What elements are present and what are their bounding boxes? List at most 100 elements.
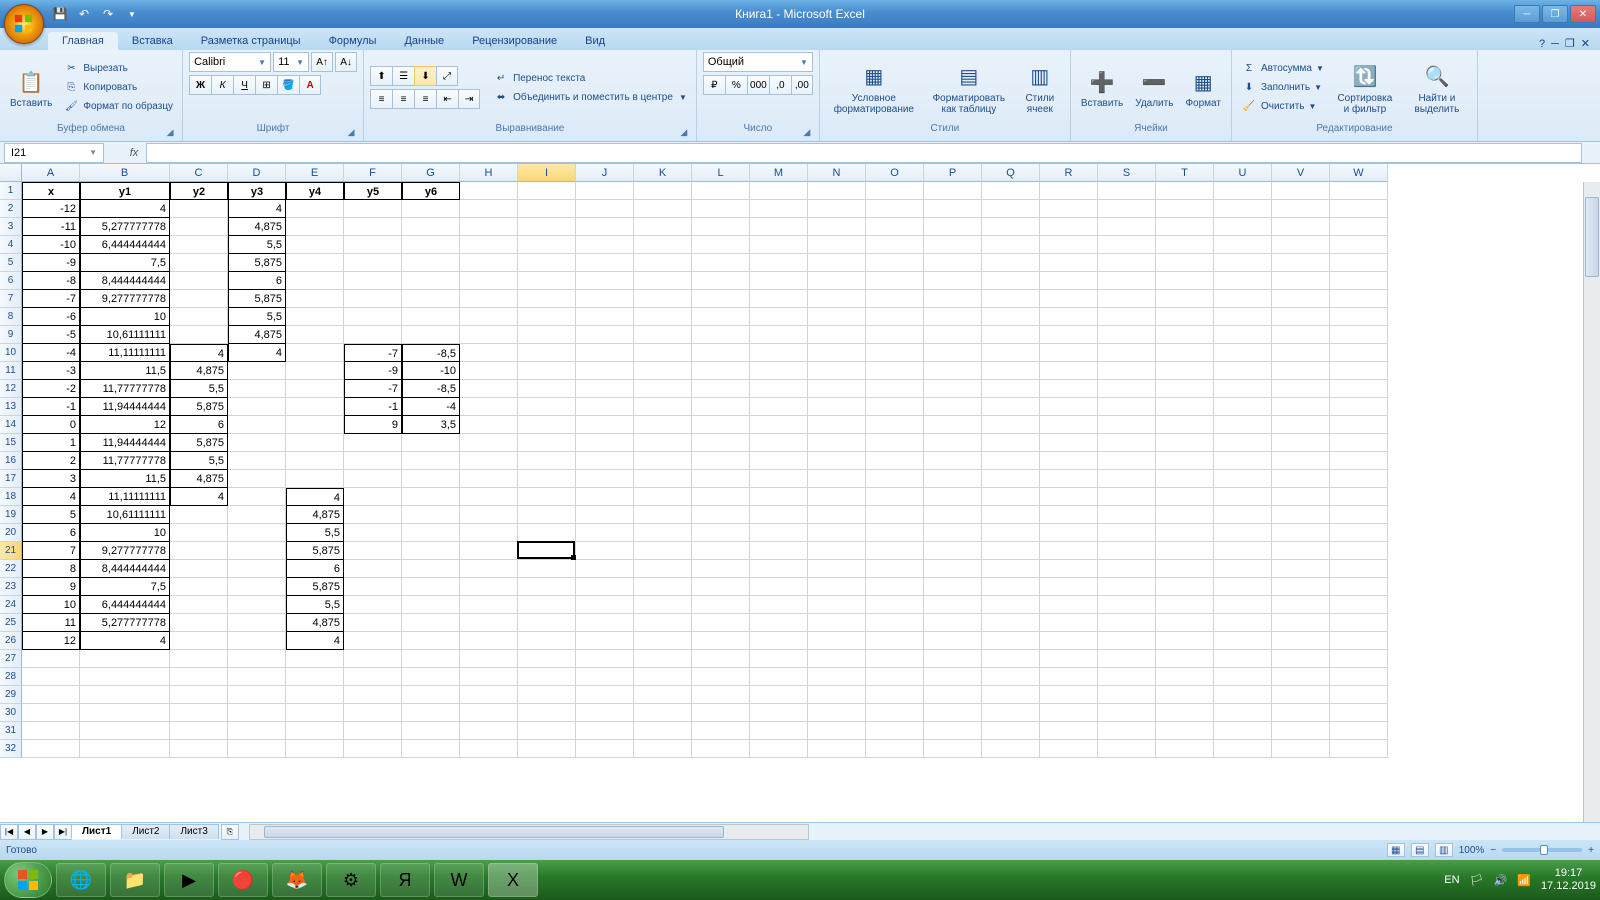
cell-V4[interactable] [1272,236,1330,254]
cell-K23[interactable] [634,578,692,596]
view-pagebreak-button[interactable]: ▥ [1435,843,1453,857]
row-header-2[interactable]: 2 [0,200,22,218]
cell-R8[interactable] [1040,308,1098,326]
col-header-L[interactable]: L [692,164,750,182]
cell-D27[interactable] [228,650,286,668]
cell-K7[interactable] [634,290,692,308]
cell-U9[interactable] [1214,326,1272,344]
cell-A23[interactable]: 9 [22,578,80,596]
cell-E17[interactable] [286,470,344,488]
cell-M10[interactable] [750,344,808,362]
cell-S14[interactable] [1098,416,1156,434]
cell-D1[interactable]: у3 [228,182,286,200]
cell-R14[interactable] [1040,416,1098,434]
tab-Рецензирование[interactable]: Рецензирование [458,32,571,50]
cell-F25[interactable] [344,614,402,632]
cell-B26[interactable]: 4 [80,632,170,650]
col-header-C[interactable]: C [170,164,228,182]
cell-K20[interactable] [634,524,692,542]
shrink-font-button[interactable]: A↓ [335,52,357,72]
cell-P22[interactable] [924,560,982,578]
grow-font-button[interactable]: A↑ [311,52,333,72]
cell-G25[interactable] [402,614,460,632]
align-right-button[interactable]: ≡ [414,89,436,109]
cell-T30[interactable] [1156,704,1214,722]
cell-O21[interactable] [866,542,924,560]
cell-W1[interactable] [1330,182,1388,200]
cell-D6[interactable]: 6 [228,272,286,290]
cell-K6[interactable] [634,272,692,290]
cell-A13[interactable]: -1 [22,398,80,416]
cell-Q24[interactable] [982,596,1040,614]
cell-H28[interactable] [460,668,518,686]
cell-H25[interactable] [460,614,518,632]
cell-G10[interactable]: -8,5 [402,344,460,362]
cell-T16[interactable] [1156,452,1214,470]
cell-K4[interactable] [634,236,692,254]
cell-D22[interactable] [228,560,286,578]
cell-N13[interactable] [808,398,866,416]
cell-R5[interactable] [1040,254,1098,272]
cell-R27[interactable] [1040,650,1098,668]
cell-H22[interactable] [460,560,518,578]
cell-T31[interactable] [1156,722,1214,740]
cell-M24[interactable] [750,596,808,614]
cell-U2[interactable] [1214,200,1272,218]
cell-B1[interactable]: у1 [80,182,170,200]
cell-B30[interactable] [80,704,170,722]
cell-U23[interactable] [1214,578,1272,596]
cell-F4[interactable] [344,236,402,254]
cell-L13[interactable] [692,398,750,416]
cell-R18[interactable] [1040,488,1098,506]
cell-Q18[interactable] [982,488,1040,506]
cell-A32[interactable] [22,740,80,758]
cell-O5[interactable] [866,254,924,272]
cell-Q12[interactable] [982,380,1040,398]
cell-Q26[interactable] [982,632,1040,650]
cell-B19[interactable]: 10,61111111 [80,506,170,524]
cell-K29[interactable] [634,686,692,704]
cell-U1[interactable] [1214,182,1272,200]
cell-C17[interactable]: 4,875 [170,470,228,488]
cell-E12[interactable] [286,380,344,398]
fill-button[interactable]: ⬇Заполнить▼ [1238,79,1327,97]
cell-A10[interactable]: -4 [22,344,80,362]
cell-F27[interactable] [344,650,402,668]
cell-U3[interactable] [1214,218,1272,236]
tab-Разметка страницы[interactable]: Разметка страницы [187,32,315,50]
increase-indent-button[interactable]: ⇥ [458,89,480,109]
cell-B24[interactable]: 6,444444444 [80,596,170,614]
row-header-7[interactable]: 7 [0,290,22,308]
cell-J2[interactable] [576,200,634,218]
cell-T24[interactable] [1156,596,1214,614]
cell-T5[interactable] [1156,254,1214,272]
cell-E24[interactable]: 5,5 [286,596,344,614]
cell-F19[interactable] [344,506,402,524]
cell-G8[interactable] [402,308,460,326]
cell-P14[interactable] [924,416,982,434]
taskbar-excel[interactable]: X [488,863,538,897]
cell-J18[interactable] [576,488,634,506]
cell-T32[interactable] [1156,740,1214,758]
number-dialog-icon[interactable]: ◢ [801,127,813,139]
cell-I19[interactable] [518,506,576,524]
cell-W18[interactable] [1330,488,1388,506]
cell-O32[interactable] [866,740,924,758]
cell-I9[interactable] [518,326,576,344]
cell-T1[interactable] [1156,182,1214,200]
align-center-button[interactable]: ≡ [392,89,414,109]
cell-M22[interactable] [750,560,808,578]
cell-B6[interactable]: 8,444444444 [80,272,170,290]
cell-N15[interactable] [808,434,866,452]
cell-A11[interactable]: -3 [22,362,80,380]
cell-P1[interactable] [924,182,982,200]
cell-T7[interactable] [1156,290,1214,308]
cell-N5[interactable] [808,254,866,272]
cell-A9[interactable]: -5 [22,326,80,344]
cell-B21[interactable]: 9,277777778 [80,542,170,560]
cell-O17[interactable] [866,470,924,488]
cell-O15[interactable] [866,434,924,452]
cell-E28[interactable] [286,668,344,686]
cell-D20[interactable] [228,524,286,542]
cell-B10[interactable]: 11,11111111 [80,344,170,362]
